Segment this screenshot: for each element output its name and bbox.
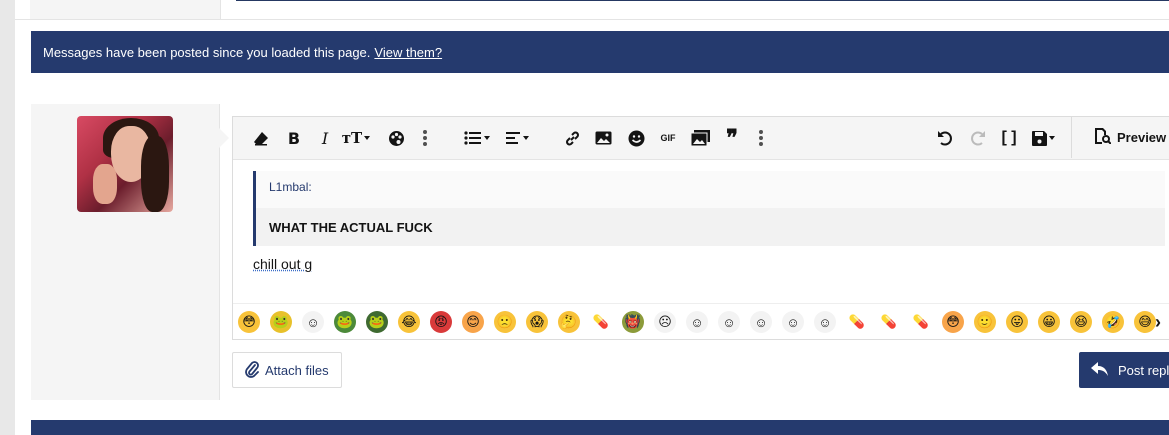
next-notice-edge — [31, 420, 1169, 435]
media-icon[interactable] — [689, 128, 711, 148]
emoji-smile-icon[interactable]: 🙂 — [974, 311, 996, 333]
emoji-scream-icon[interactable]: 😱 — [526, 311, 548, 333]
emoji-rage-face-icon[interactable]: ☹ — [654, 311, 676, 333]
emoji-red-pill-2-icon[interactable]: 💊 — [878, 311, 900, 333]
paperclip-icon — [245, 360, 259, 381]
quote-icon[interactable]: ❞ — [722, 128, 742, 148]
emoji-meme-face-3-icon[interactable]: ☺ — [750, 311, 772, 333]
emoji-blue-pill-icon[interactable]: 💊 — [910, 311, 932, 333]
emoji-flushed-icon[interactable]: 😳 — [238, 311, 260, 333]
attach-files-button[interactable]: Attach files — [232, 352, 342, 388]
user-cell-arrow — [219, 128, 229, 148]
editor-toolbar: B I тT GIF ❞ [] Preview — [233, 117, 1169, 160]
chevron-right-icon[interactable]: › — [1147, 311, 1169, 333]
emoji-pepe-yellow-icon[interactable]: 🐸 — [270, 311, 292, 333]
font-size-icon[interactable]: тT — [341, 128, 371, 148]
clear-formatting-icon[interactable] — [251, 128, 271, 148]
reply-text[interactable]: chill out g — [253, 256, 312, 272]
emoji-meme-face-2-icon[interactable]: ☺ — [718, 311, 740, 333]
emoji-tongue-icon[interactable]: 😛 — [1006, 311, 1028, 333]
emoji-thinking-icon[interactable]: 🤔 — [558, 311, 580, 333]
previous-border — [236, 0, 1169, 1]
previous-user-cell — [30, 0, 221, 19]
emoji-black-pill-icon[interactable]: 💊 — [846, 311, 868, 333]
emoji-blushing-icon[interactable]: 😳 — [942, 311, 964, 333]
redo-icon[interactable] — [967, 128, 987, 148]
avatar[interactable] — [77, 116, 173, 212]
emoji-meme-face-4-icon[interactable]: ☺ — [782, 311, 804, 333]
post-reply-button[interactable]: Post reply — [1079, 352, 1169, 388]
emoji-meme-face-5-icon[interactable]: ☺ — [814, 311, 836, 333]
emoji-meme-face-1-icon[interactable]: ☺ — [686, 311, 708, 333]
previous-message-edge — [15, 0, 1169, 20]
quote-body: WHAT THE ACTUAL FUCK — [256, 208, 1165, 246]
preview-button[interactable]: Preview — [1071, 117, 1169, 158]
emoji-shrek-icon[interactable]: 👹 — [622, 311, 644, 333]
preview-icon — [1094, 128, 1111, 147]
emoji-pepe-screen-icon[interactable]: 🐸 — [366, 311, 388, 333]
quick-reply: B I тT GIF ❞ [] Preview L1mbal: WHAT TH… — [31, 104, 1169, 400]
attach-files-label: Attach files — [265, 363, 329, 378]
post-reply-label: Post reply — [1118, 363, 1169, 378]
gif-icon[interactable]: GIF — [658, 128, 678, 148]
emoji-red-pill-icon[interactable]: 💊 — [590, 311, 612, 333]
emoji-angry-icon[interactable]: 😡 — [430, 311, 452, 333]
emoji-crying-laugh-icon[interactable]: 😂 — [398, 311, 420, 333]
emoji-frown-icon[interactable]: 🙁 — [494, 311, 516, 333]
reply-icon — [1091, 362, 1108, 379]
italic-icon[interactable]: I — [315, 128, 335, 148]
new-messages-notice: Messages have been posted since you load… — [31, 31, 1169, 73]
notice-text: Messages have been posted since you load… — [43, 45, 370, 60]
more-text-options-icon[interactable] — [420, 128, 430, 148]
rich-text-editor: B I тT GIF ❞ [] Preview L1mbal: WHAT TH… — [232, 116, 1169, 340]
emoji-bar: 😳 🐸 ☺ 🐸 🐸 😂 😡 😊 🙁 😱 🤔 💊 👹 ☹ ☺ ☺ ☺ ☺ ☺ 💊 💊 💊 😳 🙂 😛 😀 😆 🤣 😅 › — [233, 303, 1169, 341]
preview-label: Preview — [1117, 130, 1166, 145]
emoji-rofl-icon[interactable]: 🤣 — [1102, 311, 1124, 333]
quote-attribution[interactable]: L1mbal: — [269, 180, 312, 194]
link-icon[interactable] — [562, 128, 582, 148]
smilies-icon[interactable] — [626, 128, 646, 148]
emoji-smiling-icon[interactable]: 😊 — [462, 311, 484, 333]
bbcode-toggle-icon[interactable]: [ ] — [999, 128, 1019, 148]
more-insert-options-icon[interactable] — [756, 128, 766, 148]
undo-icon[interactable] — [935, 128, 955, 148]
align-icon[interactable] — [502, 128, 532, 148]
emoji-pepe-icon[interactable]: 🐸 — [334, 311, 356, 333]
drafts-icon[interactable] — [1028, 128, 1058, 148]
image-icon[interactable] — [593, 128, 613, 148]
bold-icon[interactable]: B — [284, 128, 304, 148]
emoji-laughing-icon[interactable]: 😆 — [1070, 311, 1092, 333]
quoted-message: L1mbal: WHAT THE ACTUAL FUCK — [253, 171, 1165, 246]
emoji-grin-icon[interactable]: 😀 — [1038, 311, 1060, 333]
text-color-icon[interactable] — [386, 128, 406, 148]
user-cell — [31, 104, 220, 400]
list-icon[interactable] — [462, 128, 492, 148]
emoji-troll-face-icon[interactable]: ☺ — [302, 311, 324, 333]
view-new-messages-link[interactable]: View them? — [374, 45, 442, 60]
